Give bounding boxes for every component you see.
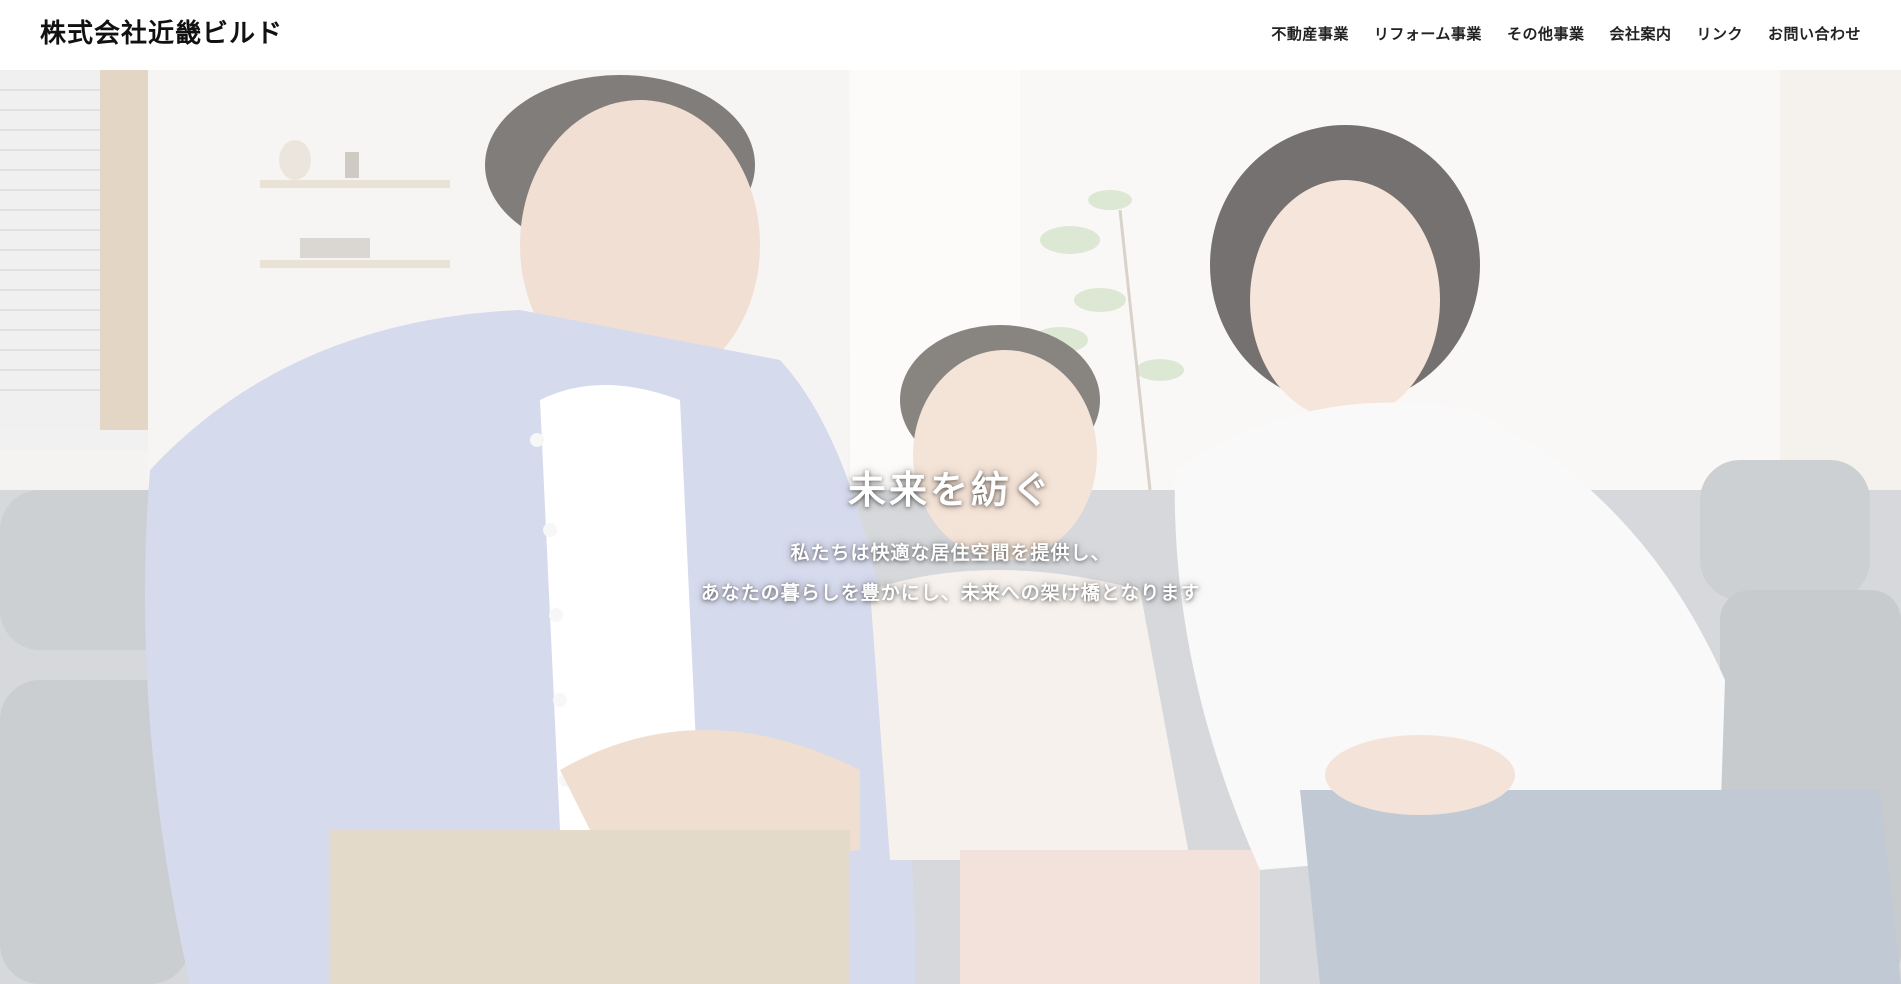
nav-other-business[interactable]: その他事業 <box>1507 20 1585 48</box>
hero-tagline-line-2: あなたの暮らしを豊かにし、未来への架け橋となります <box>700 582 1201 604</box>
nav-contact[interactable]: お問い合わせ <box>1768 20 1861 48</box>
hero-copy: 未来を紡ぐ 私たちは快適な居住空間を提供し、 あなたの暮らしを豊かにし、未来への… <box>0 465 1901 613</box>
site-header: 株式会社近畿ビルド 不動産事業 リフォーム事業 その他事業 会社案内 リンク お… <box>0 0 1901 70</box>
nav-reform[interactable]: リフォーム事業 <box>1374 20 1482 48</box>
hero-title: 未来を紡ぐ <box>847 468 1053 512</box>
site-logo[interactable]: 株式会社近畿ビルド <box>40 14 283 54</box>
hero-tagline-line-1: 私たちは快適な居住空間を提供し、 <box>790 542 1111 564</box>
nav-real-estate[interactable]: 不動産事業 <box>1271 20 1349 48</box>
main-nav: 不動産事業 リフォーム事業 その他事業 会社案内 リンク お問い合わせ <box>1271 20 1861 48</box>
nav-company[interactable]: 会社案内 <box>1609 20 1671 48</box>
hero-section: 未来を紡ぐ 私たちは快適な居住空間を提供し、 あなたの暮らしを豊かにし、未来への… <box>0 70 1901 984</box>
nav-links[interactable]: リンク <box>1696 20 1743 48</box>
page: 株式会社近畿ビルド 不動産事業 リフォーム事業 その他事業 会社案内 リンク お… <box>0 0 1901 984</box>
